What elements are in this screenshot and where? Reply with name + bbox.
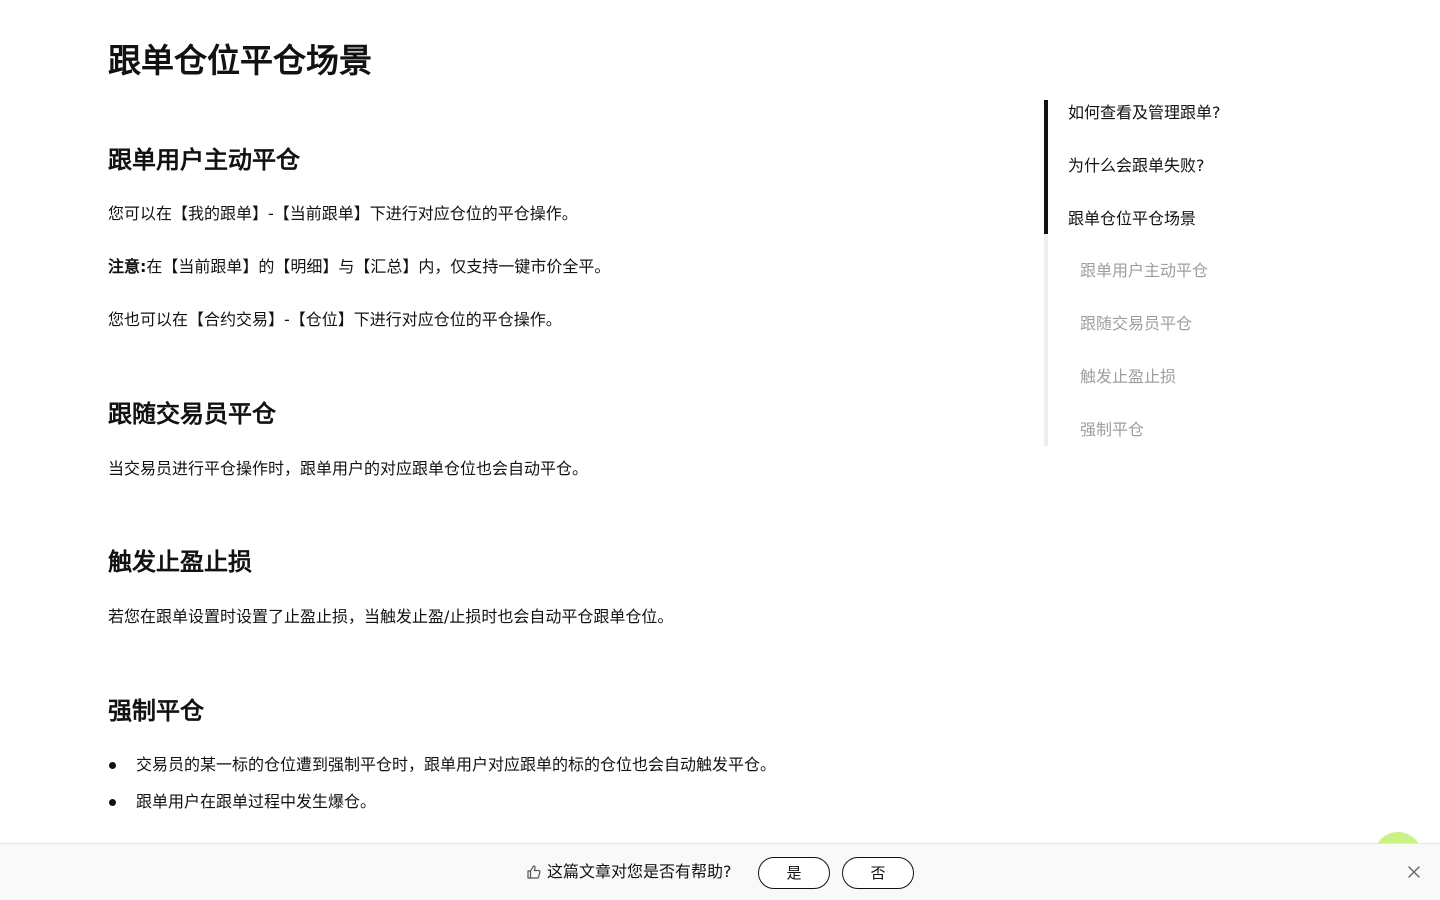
note-label: 注意: [108, 257, 147, 276]
note-paragraph: 注意:在【当前跟单】的【明细】与【汇总】内，仅支持一键市价全平。 [108, 255, 610, 279]
toc-item-follow-trader[interactable]: 跟随交易员平仓 [1080, 312, 1192, 336]
bullet-dot [109, 762, 116, 769]
page-title: 跟单仓位平仓场景 [108, 41, 372, 80]
toc-item-manage-copy[interactable]: 如何查看及管理跟单? [1068, 101, 1221, 125]
section-heading-liquidation: 强制平仓 [108, 697, 204, 725]
paragraph: 当交易员进行平仓操作时，跟单用户的对应跟单仓位也会自动平仓。 [108, 459, 589, 478]
feedback-question: 这篇文章对您是否有帮助? [526, 860, 732, 884]
toc-item-manual-close[interactable]: 跟单用户主动平仓 [1080, 259, 1208, 283]
toc-item-close-scenarios[interactable]: 跟单仓位平仓场景 [1068, 207, 1196, 231]
feedback-question-text: 这篇文章对您是否有帮助? [547, 862, 732, 881]
list-item-text: 交易员的某一标的仓位遭到强制平仓时，跟单用户对应跟单的标的仓位也会自动触发平仓。 [136, 755, 777, 774]
paragraph: 您可以在【我的跟单】-【当前跟单】下进行对应仓位的平仓操作。 [108, 204, 578, 223]
toc-item-tp-sl[interactable]: 触发止盈止损 [1080, 365, 1176, 389]
toc-item-liquidation[interactable]: 强制平仓 [1080, 418, 1144, 442]
toc-active-indicator [1044, 100, 1048, 234]
paragraph: 您也可以在【合约交易】-【仓位】下进行对应仓位的平仓操作。 [108, 310, 562, 329]
thumbs-up-icon [527, 865, 541, 879]
list-item-text: 跟单用户在跟单过程中发生爆仓。 [136, 792, 377, 811]
section-heading-follow-trader: 跟随交易员平仓 [108, 400, 276, 428]
note-text: 在【当前跟单】的【明细】与【汇总】内，仅支持一键市价全平。 [146, 257, 611, 276]
paragraph: 若您在跟单设置时设置了止盈止损，当触发止盈/止损时也会自动平仓跟单仓位。 [108, 607, 674, 626]
close-icon[interactable] [1406, 864, 1422, 880]
section-heading-manual-close: 跟单用户主动平仓 [108, 146, 300, 174]
feedback-no-button[interactable]: 否 [842, 857, 914, 889]
feedback-bar: 这篇文章对您是否有帮助? 是 否 [0, 843, 1440, 900]
section-heading-tp-sl: 触发止盈止损 [108, 548, 252, 576]
table-of-contents: 如何查看及管理跟单? 为什么会跟单失败? 跟单仓位平仓场景 跟单用户主动平仓 跟… [1044, 100, 1424, 446]
bullet-dot [109, 799, 116, 806]
feedback-yes-button[interactable]: 是 [758, 857, 830, 889]
toc-item-copy-failure[interactable]: 为什么会跟单失败? [1068, 154, 1205, 178]
